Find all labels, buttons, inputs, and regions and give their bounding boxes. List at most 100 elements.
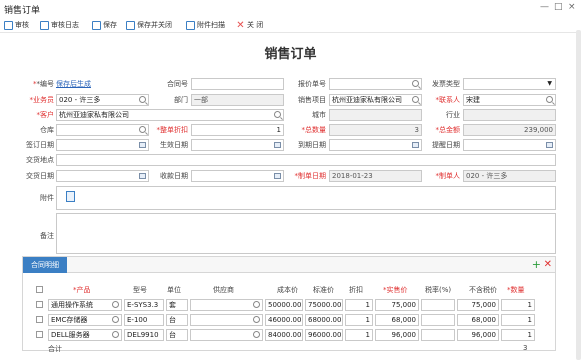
salesman-input[interactable]: 020 - 许三多 [56,94,149,106]
col-tax-rate: 税率(%) [425,286,452,294]
scan-icon [186,20,195,30]
add-row-icon[interactable]: + [532,257,541,272]
col-cost: 成本价 [277,286,298,294]
warehouse-input[interactable] [56,124,149,136]
remark-textarea[interactable] [56,213,556,254]
row-cost[interactable]: 50000.00 [265,299,303,311]
calendar-icon[interactable] [274,173,281,179]
contract-input[interactable] [191,78,284,90]
delivery-date-input[interactable] [56,170,149,182]
delivery-addr-input[interactable] [56,154,556,166]
row-supplier[interactable] [190,314,263,326]
sign-date-label: 签订日期 [26,141,54,149]
row-supplier[interactable] [190,299,263,311]
code-value[interactable]: 保存后生成 [56,78,91,90]
effective-date-input[interactable] [191,139,284,151]
attach-scan-button[interactable]: 附件扫描 [186,19,225,31]
row-discount[interactable]: 1 [345,299,373,311]
row-std-price[interactable]: 96000.00 [305,329,343,341]
row-checkbox[interactable] [36,331,43,338]
row-qty[interactable]: 1 [501,299,535,311]
row-std-price[interactable]: 75000.00 [305,299,343,311]
row-checkbox[interactable] [36,316,43,323]
calendar-icon[interactable] [274,142,281,148]
row-model[interactable]: DEL9910 [124,329,164,341]
search-icon[interactable] [253,316,260,323]
row-unit[interactable]: 套 [166,299,188,311]
row-no-tax-price[interactable]: 75,000 [457,299,499,311]
close-window-button[interactable]: × [568,2,576,12]
contact-input[interactable]: 宋建 [463,94,556,106]
row-product[interactable]: EMC存储器 [48,314,122,326]
search-icon[interactable] [546,96,553,103]
audit-log-button[interactable]: 审核日志 [40,19,79,31]
expire-date-input[interactable] [329,139,422,151]
audit-icon [4,20,13,30]
discount-input[interactable]: 1 [191,124,284,136]
col-supplier: 供应商 [213,286,234,294]
row-price[interactable]: 96,000 [375,329,419,341]
city-label: 城市 [312,111,326,119]
page-scrollbar[interactable] [576,30,581,360]
tab-contract-details[interactable]: 合同明细 [23,257,67,273]
delete-row-icon[interactable]: ✕ [544,257,552,272]
toolbar: 审核 审核日志 保存 保存并关闭 附件扫描 ✕ 关 闭 [0,17,581,33]
audit-button[interactable]: 审核 [4,19,29,31]
row-cost[interactable]: 84000.00 [265,329,303,341]
col-model: 型号 [133,286,147,294]
invoice-type-select[interactable]: ▼ [463,78,556,90]
receipt-date-input[interactable] [191,170,284,182]
row-model[interactable]: E-100 [124,314,164,326]
row-tax[interactable] [421,329,455,341]
log-icon [40,20,49,30]
attachment-area[interactable] [56,186,556,210]
row-cost[interactable]: 46000.00 [265,314,303,326]
col-price: *实售价 [383,286,408,294]
search-icon[interactable] [112,316,119,323]
save-close-label: 保存并关闭 [137,21,172,29]
audit-label: 审核 [15,21,29,29]
row-tax[interactable] [421,314,455,326]
row-discount[interactable]: 1 [345,314,373,326]
search-icon[interactable] [253,301,260,308]
row-tax[interactable] [421,299,455,311]
sign-date-input[interactable] [56,139,149,151]
quote-input[interactable] [329,78,422,90]
add-attachment-icon[interactable] [66,191,75,202]
save-button[interactable]: 保存 [92,19,117,31]
dept-label: 部门 [174,96,188,104]
remind-date-input[interactable] [463,139,556,151]
window-title: 销售订单 [4,6,41,16]
save-close-button[interactable]: 保存并关闭 [126,19,172,31]
minimize-button[interactable]: — [540,2,549,12]
page-title: 销售订单 [264,47,317,62]
select-all-checkbox[interactable] [36,286,43,293]
row-discount[interactable]: 1 [345,329,373,341]
project-input[interactable]: 杭州亚迪家私有限公司 [329,94,422,106]
total-label: 合计 [48,345,62,353]
row-std-price[interactable]: 68000.00 [305,314,343,326]
maximize-button[interactable]: □ [554,2,563,12]
row-product[interactable]: DELL服务器 [48,329,122,341]
row-no-tax-price[interactable]: 96,000 [457,329,499,341]
row-unit[interactable]: 台 [166,314,188,326]
customer-input[interactable]: 杭州亚迪家私有限公司 [56,109,284,121]
row-checkbox[interactable] [36,301,43,308]
row-unit[interactable]: 台 [166,329,188,341]
close-icon: ✕ [236,19,245,31]
search-icon[interactable] [274,111,281,118]
row-product[interactable]: 通用操作系统 [48,299,122,311]
row-price[interactable]: 75,000 [375,299,419,311]
row-qty[interactable]: 1 [501,314,535,326]
row-qty[interactable]: 1 [501,329,535,341]
delivery-addr-label: 交货地点 [26,156,54,164]
row-model[interactable]: E-SYS3.3 [124,299,164,311]
row-supplier[interactable] [190,329,263,341]
row-no-tax-price[interactable]: 68,000 [457,314,499,326]
calendar-icon[interactable] [546,142,553,148]
row-price[interactable]: 68,000 [375,314,419,326]
close-button[interactable]: ✕ 关 闭 [236,19,263,31]
search-icon[interactable] [112,301,119,308]
search-icon[interactable] [253,331,260,338]
search-icon[interactable] [112,331,119,338]
